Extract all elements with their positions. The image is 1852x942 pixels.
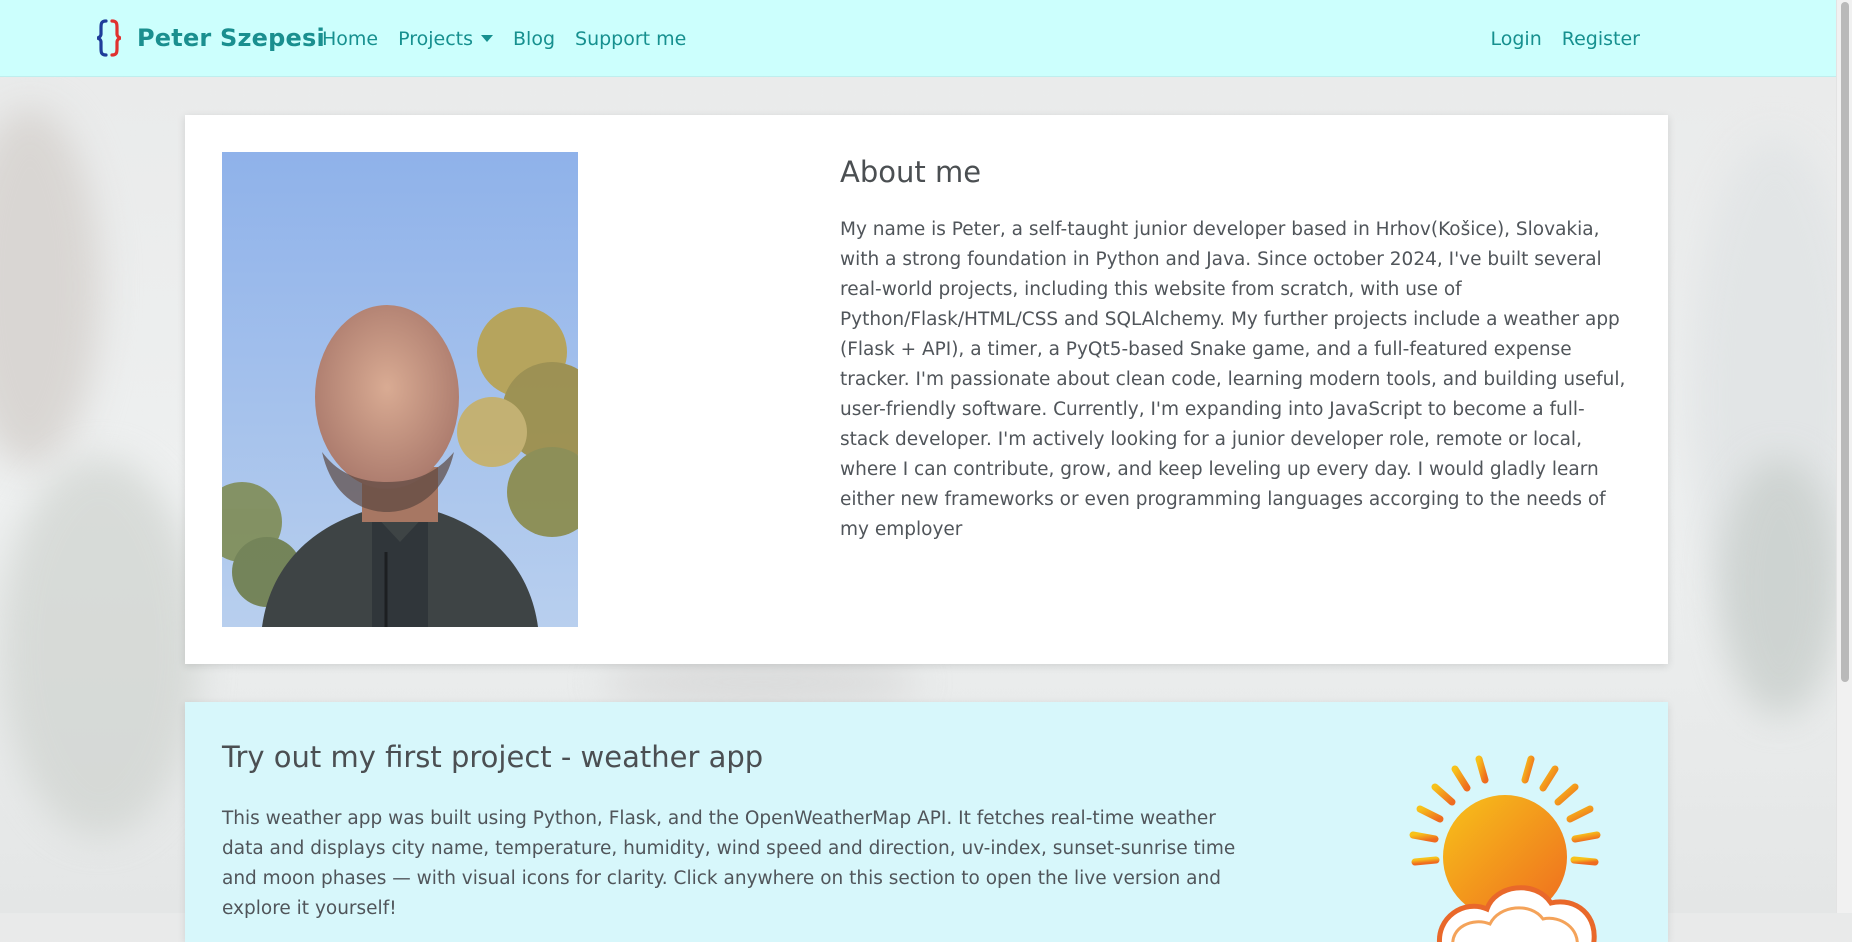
nav-blog-link[interactable]: Blog [503, 28, 565, 50]
login-link[interactable]: Login [1481, 28, 1552, 50]
brand-name: Peter Szepesi [137, 24, 325, 52]
weather-app-card[interactable]: Try out my first project - weather app T… [185, 702, 1668, 942]
nav-projects-dropdown[interactable]: Projects [388, 28, 503, 50]
about-title: About me [840, 155, 982, 189]
auth-nav: Login Register [1481, 0, 1641, 77]
about-card: About me My name is Peter, a self-taught… [185, 115, 1668, 664]
brand[interactable]: Peter Szepesi [95, 18, 325, 58]
main-nav: Home Projects Blog Support me [322, 0, 696, 77]
curly-braces-logo-icon [96, 19, 122, 57]
scrollbar-thumb[interactable] [1841, 2, 1849, 682]
nav-home-link[interactable]: Home [322, 28, 388, 50]
weather-card-title: Try out my first project - weather app [222, 740, 764, 774]
register-link[interactable]: Register [1552, 28, 1640, 50]
about-text: About me My name is Peter, a self-taught… [840, 155, 1630, 545]
weather-card-body: This weather app was built using Python,… [222, 808, 1236, 919]
top-navbar: Peter Szepesi Home Projects Blog Support… [0, 0, 1852, 77]
nav-projects-label: Projects [398, 27, 474, 50]
caret-down-icon [481, 35, 494, 42]
profile-photo [222, 152, 578, 627]
about-body: My name is Peter, a self-taught junior d… [840, 219, 1626, 540]
nav-support-link[interactable]: Support me [565, 28, 696, 50]
page-scrollbar[interactable] [1836, 0, 1852, 913]
